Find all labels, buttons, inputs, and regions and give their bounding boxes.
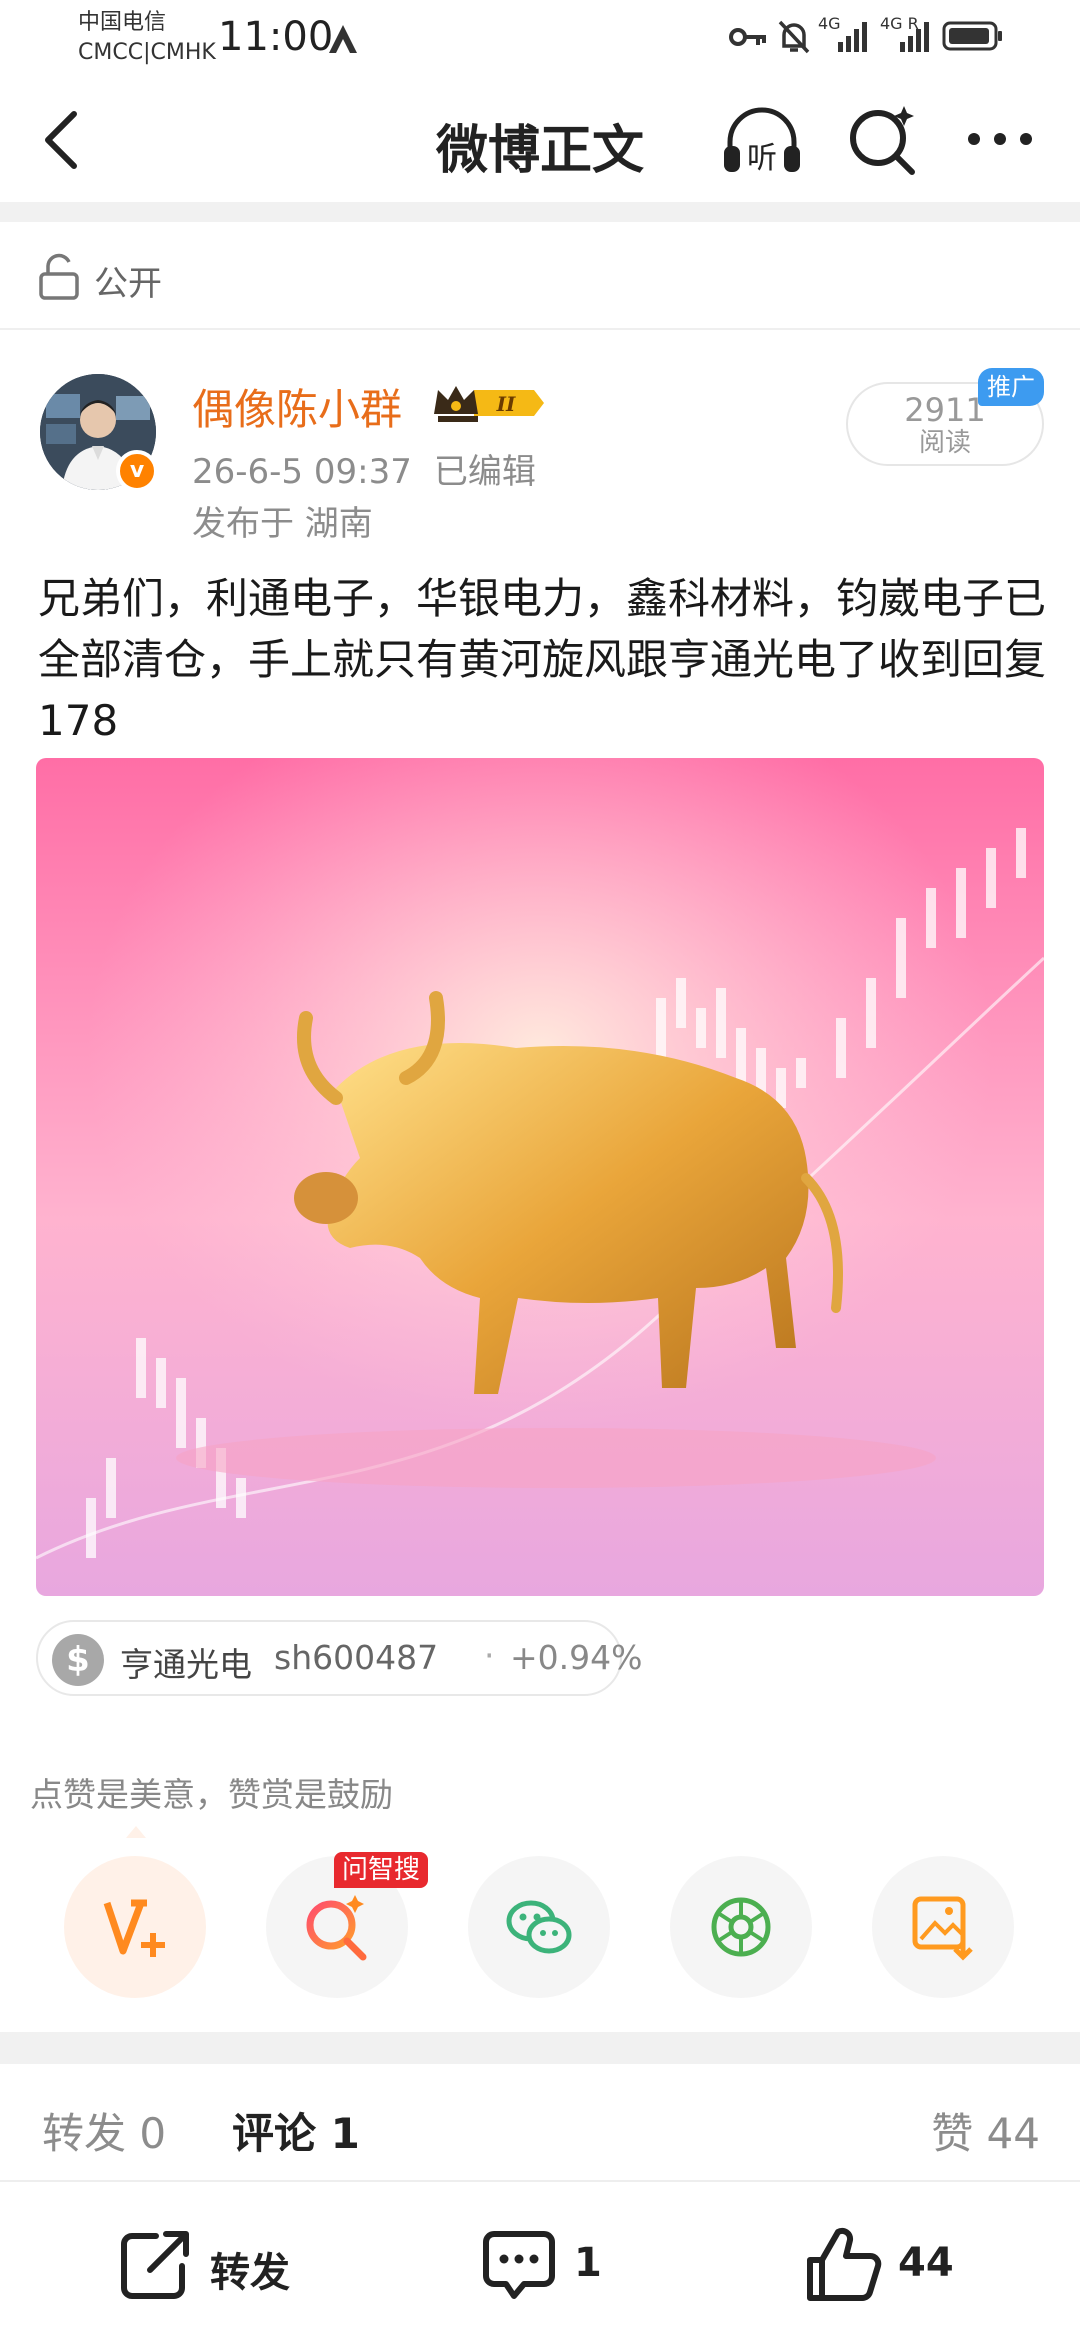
dollar-icon: $ — [52, 1634, 104, 1686]
nav-bar: 微博正文 听 — [0, 80, 1080, 200]
repost-icon — [121, 2231, 189, 2299]
hint-caret-icon — [126, 1826, 146, 1838]
author-name[interactable]: 偶像陈小群 — [192, 376, 402, 437]
vip-crown-badge[interactable]: II — [430, 380, 548, 426]
carrier-network: CMCC|CMHK — [78, 40, 216, 65]
listen-icon-label: 听 — [747, 141, 777, 176]
vplus-icon — [103, 1899, 165, 1957]
share-moments-button[interactable] — [670, 1856, 812, 1998]
visibility-row: 公开 — [0, 222, 1080, 330]
moments-icon — [711, 1897, 771, 1957]
post-meta: 26-6-5 09:37 已编辑 — [192, 444, 558, 493]
battery-icon — [942, 21, 1002, 51]
vip-level: II — [496, 392, 516, 416]
more-options-button[interactable] — [960, 102, 1040, 176]
status-bar: 中国电信 CMCC|CMHK 11:00 4G 4G R — [0, 0, 1080, 80]
accessibility-icon — [329, 25, 357, 53]
tab-comment[interactable]: 评论 1 — [232, 2100, 360, 2161]
repost-button[interactable]: 转发 — [116, 2226, 336, 2306]
post-image[interactable] — [36, 758, 1044, 1596]
stock-change: +0.94% — [510, 1638, 643, 1677]
post-text: 兄弟们，利通电子，华银电力，鑫科材料，钧崴电子已全部清仓，手上就只有黄河旋风跟亨… — [38, 574, 1047, 745]
stock-chip[interactable]: $ 亨通光电 sh600487 · +0.94% — [36, 1620, 642, 1696]
verified-badge: v — [116, 450, 158, 492]
edited-label[interactable]: 已编辑 — [434, 452, 536, 492]
smart-search-icon — [306, 1895, 367, 1961]
comment-count: 1 — [574, 2240, 602, 2286]
save-image-button[interactable] — [872, 1856, 1014, 1998]
feedback-tabs: 转发 0 评论 1 赞 44 — [0, 2064, 1080, 2174]
unlock-icon — [39, 253, 79, 300]
thumbs-up-icon — [807, 2227, 882, 2301]
listen-headphones-button[interactable]: 听 — [720, 102, 804, 180]
smart-search-button[interactable] — [846, 102, 920, 176]
tab-repost[interactable]: 转发 0 — [42, 2100, 166, 2161]
promo-tag: 推广 — [978, 368, 1044, 406]
reward-vplus-button[interactable] — [64, 1856, 206, 1998]
signal-icon-2 — [900, 22, 929, 52]
stock-separator: · — [484, 1636, 495, 1675]
post-date: 26-6-5 09:37 — [192, 452, 412, 492]
like-button[interactable]: 44 — [804, 2226, 974, 2306]
section-divider — [0, 202, 1080, 222]
carrier-info: 中国电信 CMCC|CMHK — [78, 8, 216, 68]
bottom-action-bar: 转发 1 44 — [0, 2180, 1080, 2340]
post-location: 发布于 湖南 — [192, 504, 373, 544]
stock-name: 亨通光电 — [120, 1645, 252, 1684]
signal-icon-1 — [838, 22, 867, 52]
section-divider-2 — [0, 2032, 1080, 2064]
visibility-label: 公开 — [94, 264, 162, 304]
stock-code: sh600487 — [274, 1638, 439, 1677]
share-wechat-button[interactable] — [468, 1856, 610, 1998]
repost-label: 转发 — [210, 2250, 290, 2296]
save-image-icon — [912, 1896, 973, 1961]
tab-like[interactable]: 赞 44 — [931, 2100, 1040, 2161]
golden-bull-image — [36, 758, 1044, 1596]
comment-icon — [483, 2231, 555, 2299]
read-label: 阅读 — [918, 428, 971, 458]
key-icon — [729, 28, 766, 46]
weibo-post-page: 中国电信 CMCC|CMHK 11:00 4G 4G R 微博正文 听 公开 v… — [0, 0, 1080, 2340]
status-time: 11:00 — [218, 14, 334, 60]
carrier-name: 中国电信 — [78, 10, 167, 35]
wechat-icon — [506, 1900, 572, 1954]
like-count: 44 — [898, 2240, 954, 2286]
comment-button[interactable]: 1 — [480, 2226, 630, 2306]
mute-bell-icon — [778, 20, 810, 54]
ask-badge: 问智搜 — [334, 1852, 429, 1888]
reward-hint: 点赞是美意，赞赏是鼓励 — [30, 1775, 393, 1814]
